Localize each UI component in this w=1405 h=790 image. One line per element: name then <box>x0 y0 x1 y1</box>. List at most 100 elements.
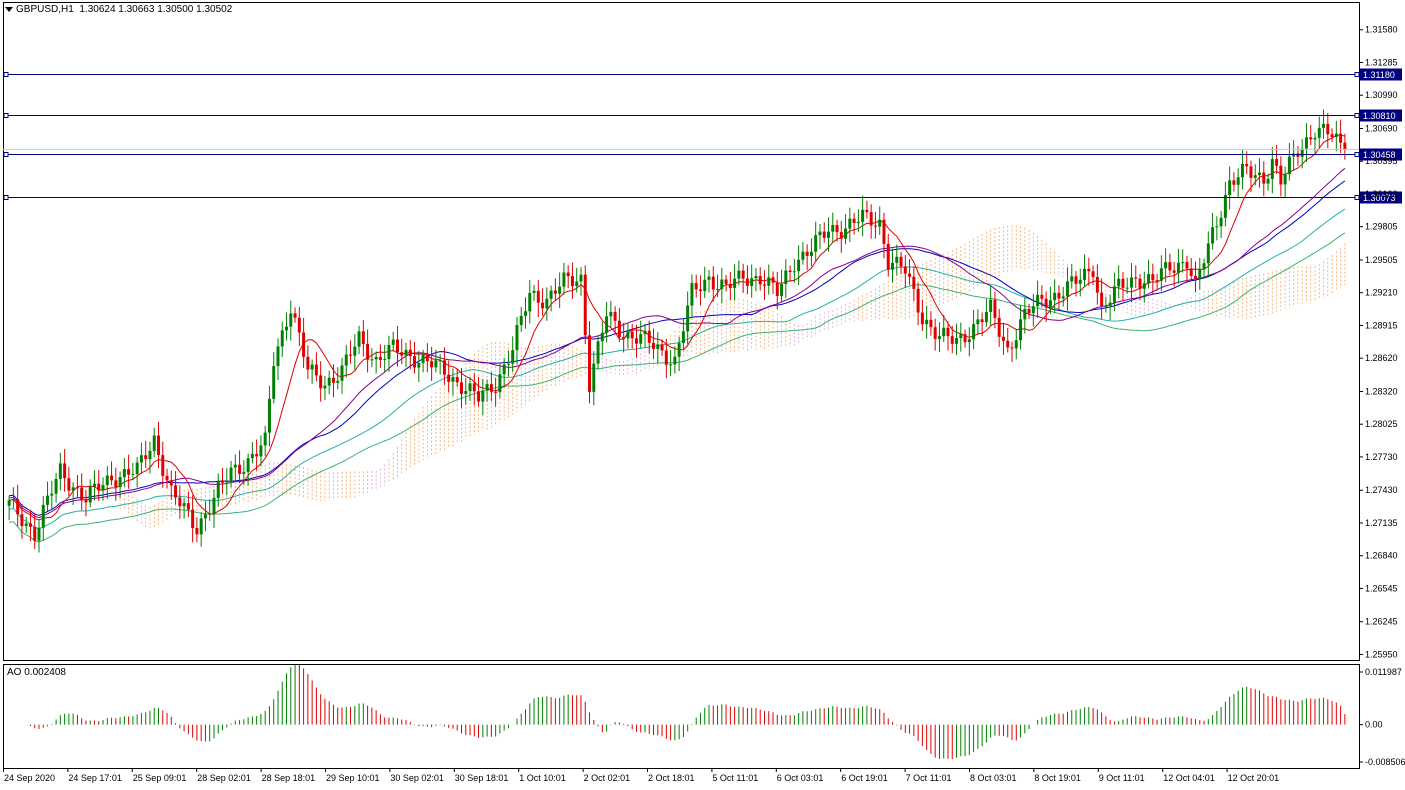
candle-body <box>865 209 869 213</box>
candle-body <box>1006 340 1010 348</box>
candle-body <box>835 225 839 233</box>
candle-body <box>447 374 451 382</box>
candle-body <box>797 259 801 272</box>
collapse-triangle-icon[interactable] <box>5 6 13 12</box>
candle-body <box>1262 172 1266 184</box>
candle-body <box>331 377 335 383</box>
candle-body <box>788 270 792 272</box>
candle-body <box>1117 278 1121 287</box>
candle-body <box>246 458 250 472</box>
candle-body <box>186 503 190 510</box>
candle-body <box>1019 319 1023 341</box>
candle-body <box>754 276 758 279</box>
hline-handle-right <box>1354 113 1360 118</box>
candle-body <box>455 377 459 383</box>
candle-body <box>1036 294 1040 307</box>
candle-body <box>203 514 207 519</box>
candle-body <box>553 290 557 294</box>
candle-body <box>1151 274 1155 281</box>
candle-body <box>118 477 122 488</box>
price-tick-label: 1.31285 <box>1365 57 1398 67</box>
candle-body <box>895 256 899 263</box>
ao-axis: 0.011987 0.00 -0.008506 <box>1359 667 1405 767</box>
candle-body <box>1065 281 1069 297</box>
candle-body <box>1206 243 1210 264</box>
candle-body <box>558 286 562 294</box>
candle-body <box>519 315 523 326</box>
candle-body <box>75 487 79 489</box>
candle-body <box>694 283 698 290</box>
candle-body <box>1044 298 1048 308</box>
candle-body <box>545 298 549 309</box>
candle-body <box>7 500 11 506</box>
price-tick-label: 1.29805 <box>1365 222 1398 232</box>
candle-body <box>58 463 62 479</box>
candle-body <box>481 390 485 402</box>
candle-body <box>1322 123 1326 128</box>
candle-body <box>1104 305 1108 307</box>
candle-body <box>681 331 685 344</box>
candle-body <box>182 503 186 507</box>
symbol-label: GBPUSD,H1 <box>16 4 74 15</box>
candle-body <box>33 526 37 541</box>
candle-body <box>532 290 536 293</box>
candle-body <box>1070 276 1074 282</box>
candle-body <box>413 356 417 368</box>
candle-body <box>1249 166 1253 178</box>
candle-body <box>1001 336 1005 341</box>
candle-body <box>1053 292 1057 301</box>
hline-handle-right <box>1354 152 1360 157</box>
candle-body <box>502 364 506 375</box>
hline-price-label: 1.31180 <box>1363 70 1395 80</box>
price-tick-label: 1.27430 <box>1365 485 1398 495</box>
ao-frame-border <box>3 664 1360 769</box>
candle-body <box>1219 217 1223 227</box>
price-tick-label: 1.31580 <box>1365 25 1398 35</box>
candle-body <box>370 359 374 361</box>
candle-body <box>144 455 148 460</box>
candle-body <box>750 278 754 286</box>
candle-body <box>541 302 545 309</box>
candle-body <box>946 327 950 337</box>
time-tick-label: 9 Oct 11:01 <box>1099 773 1145 783</box>
candle-body <box>647 330 651 343</box>
candle-body <box>1100 292 1104 307</box>
candle-body <box>161 455 165 476</box>
candle-body <box>984 312 988 323</box>
candle-body <box>459 382 463 394</box>
candle-body <box>272 366 276 399</box>
candle-body <box>925 319 929 325</box>
candle-body <box>263 432 267 446</box>
candle-body <box>630 331 634 339</box>
candle-body <box>327 377 331 386</box>
candle-body <box>771 277 775 283</box>
candle-body <box>912 276 916 289</box>
candle-body <box>340 365 344 381</box>
price-chart[interactable]: 1.311801.308101.304581.30073 1.31580 1.31… <box>0 0 1405 790</box>
candle-body <box>1334 133 1338 138</box>
candle-body <box>626 331 630 339</box>
candle-body <box>711 276 715 290</box>
candle-body <box>703 279 707 292</box>
candle-body <box>920 312 924 325</box>
time-tick-label: 12 Oct 20:01 <box>1228 773 1280 783</box>
candle-body <box>827 231 830 238</box>
time-tick-label: 2 Oct 02:01 <box>584 773 631 783</box>
candle-body <box>1343 142 1347 150</box>
chart-title: GBPUSD,H1 1.30624 1.30663 1.30500 1.3050… <box>5 4 232 15</box>
horizontal-lines[interactable]: 1.311801.308101.304581.30073 <box>3 68 1402 204</box>
candle-body <box>792 271 796 273</box>
candle-body <box>950 336 954 344</box>
candle-body <box>336 380 340 383</box>
candle-body <box>421 354 425 363</box>
candle-body <box>1287 156 1291 175</box>
time-tick-label: 29 Sep 10:01 <box>326 773 380 783</box>
candle-body <box>11 499 15 501</box>
candle-body <box>24 523 28 527</box>
candle-body <box>80 487 84 500</box>
candle-body <box>127 469 131 475</box>
candle-body <box>425 354 429 362</box>
time-tick-label: 6 Oct 19:01 <box>841 773 888 783</box>
candle-body <box>1185 262 1189 269</box>
candle-body <box>1194 275 1197 279</box>
